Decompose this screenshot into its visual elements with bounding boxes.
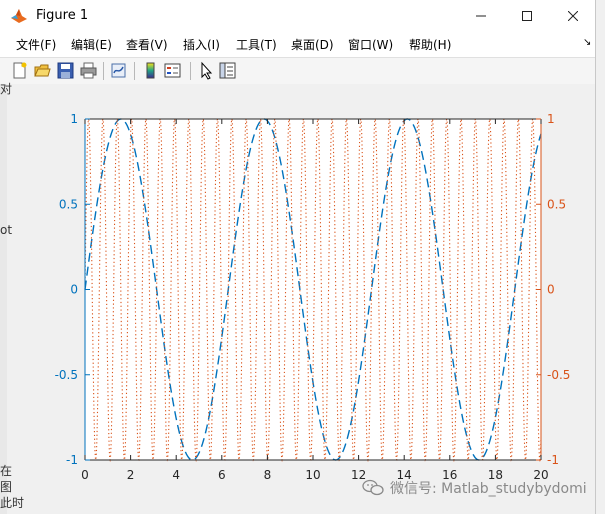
save-icon[interactable] [56,61,75,80]
x-tick-label: 10 [305,468,320,482]
close-button[interactable] [550,0,596,31]
x-tick-label: 2 [127,468,135,482]
menu-insert[interactable]: 插入(I) [183,36,220,53]
y-right-tick-label: 0.5 [547,197,566,211]
background-text-fragment: 图 [0,480,13,494]
print-icon[interactable] [79,61,98,80]
y-right-tick-label: 1 [547,112,555,126]
toolbar-separator [134,62,135,80]
y-left-tick-label: 0 [70,283,78,297]
y-left-tick-label: -1 [66,453,78,467]
plot-background [85,119,541,460]
background-window-edge [0,84,7,514]
menu-desktop[interactable]: 桌面(D) [291,36,334,53]
background-text-fragment: 此时 [0,496,25,510]
watermark: 微信号: Matlab_studybydomi [362,478,587,498]
property-editor-icon[interactable] [218,61,237,80]
y-left-tick-label: -0.5 [55,368,78,382]
menu-window[interactable]: 窗口(W) [348,36,393,53]
x-tick-label: 8 [264,468,272,482]
figure-window: Figure 1 文件(F) 编辑(E) 查看(V) 插入(I) 工具(T) 桌… [0,0,596,514]
minimize-icon [476,15,486,16]
close-icon [568,10,578,21]
figure-toolbar [0,57,595,85]
maximize-button[interactable] [504,0,550,31]
menu-help[interactable]: 帮助(H) [409,36,451,53]
legend-icon[interactable] [163,61,182,80]
y-right-tick-label: -0.5 [547,368,570,382]
minimize-button[interactable] [458,0,504,31]
link-plot-icon[interactable] [109,61,128,80]
y-left-tick-label: 1 [70,112,78,126]
y-right-tick-label: -1 [547,453,559,467]
window-title: Figure 1 [36,8,89,23]
background-text-fragment: ot [0,223,13,237]
toolbar-separator [190,62,191,80]
wechat-icon [362,479,384,496]
menu-overflow-icon[interactable]: ↘ [583,37,591,48]
title-bar: Figure 1 [0,0,595,31]
watermark-text: 微信号: Matlab_studybydomi [390,481,587,497]
menu-tools[interactable]: 工具(T) [236,36,277,53]
menu-edit[interactable]: 编辑(E) [71,36,112,53]
x-tick-label: 4 [172,468,180,482]
matlab-icon [11,9,27,23]
menu-bar: 文件(F) 编辑(E) 查看(V) 插入(I) 工具(T) 桌面(D) 窗口(W… [0,31,595,57]
x-tick-label: 6 [218,468,226,482]
menu-view[interactable]: 查看(V) [126,36,168,53]
plot-axes[interactable]: 0 2 4 6 8 10 12 14 16 18 2010.50-0.5-110.50-0.5-1 [0,84,595,514]
pointer-icon[interactable] [196,61,215,80]
maximize-icon [522,10,532,21]
figure-canvas: 0 2 4 6 8 10 12 14 16 18 20 1 0.5 0 -0.5 -1 1 0.5 0 -0.5 -1 [0,84,595,514]
new-figure-icon[interactable] [10,61,29,80]
toolbar-separator [103,62,104,80]
open-file-icon[interactable] [33,61,52,80]
x-tick-label: 0 [81,468,89,482]
y-right-tick-label: 0 [547,283,555,297]
menu-file[interactable]: 文件(F) [16,36,56,53]
background-text-fragment: 对 [0,82,13,96]
colorbar-icon[interactable] [141,61,160,80]
background-text-fragment: 在 [0,464,13,478]
y-left-tick-label: 0.5 [59,197,78,211]
